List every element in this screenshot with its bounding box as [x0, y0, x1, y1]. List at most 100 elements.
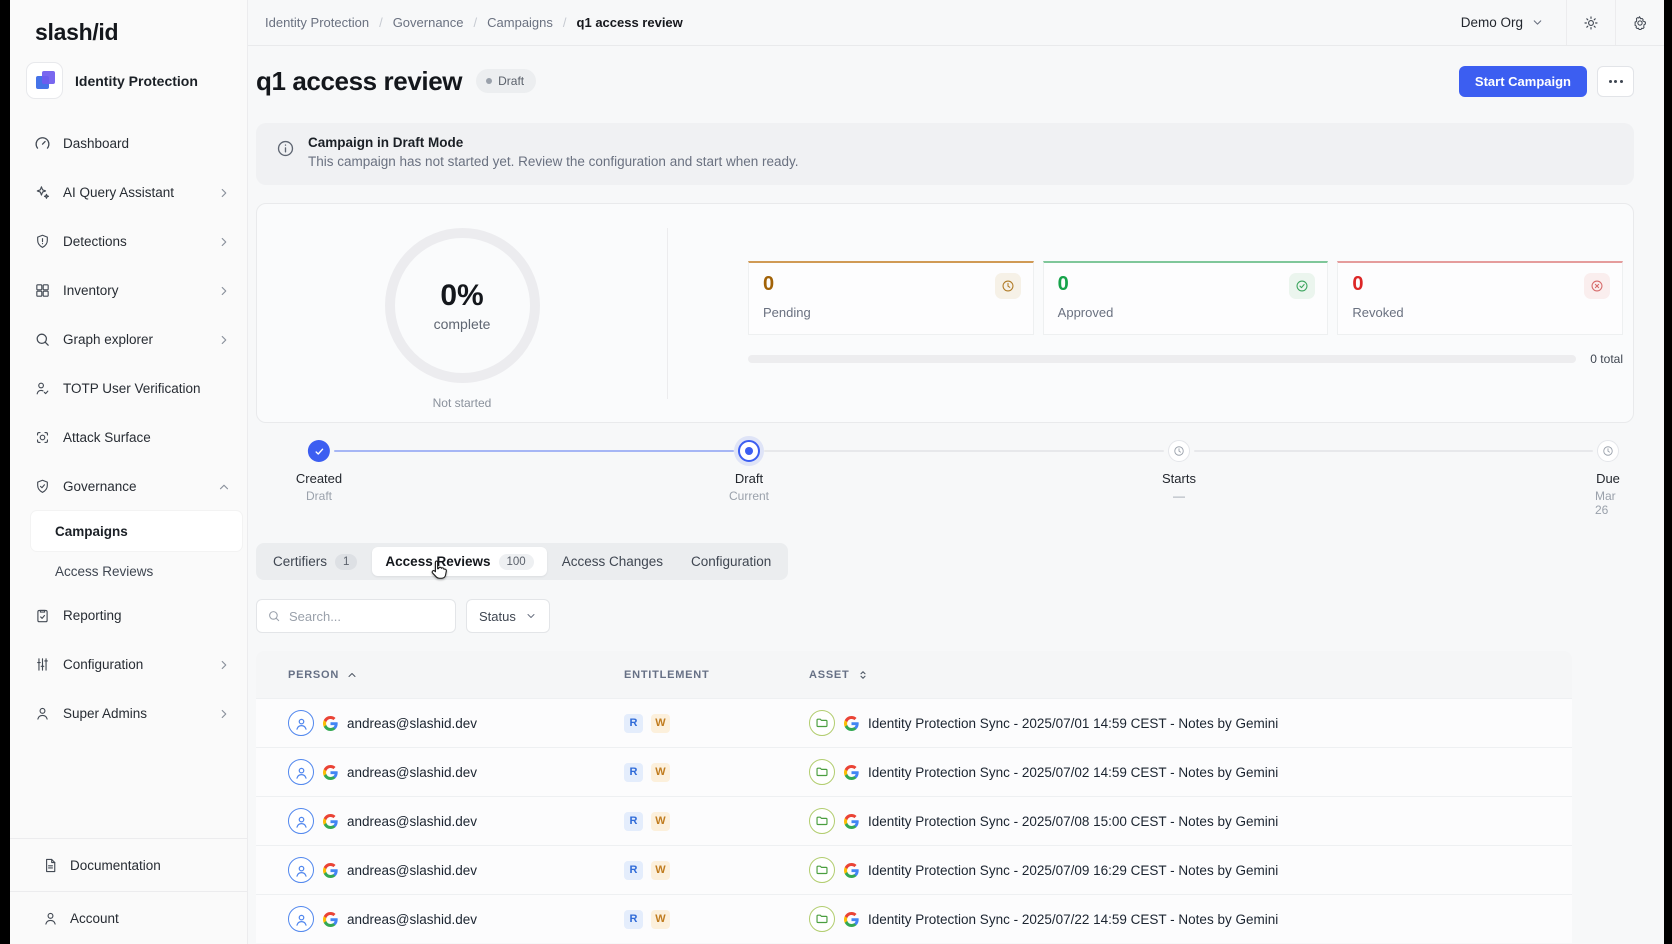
table-header: Person Entitlement Asset [256, 651, 1572, 698]
gear-icon [1632, 15, 1648, 31]
sidebar-item-detections[interactable]: Detections [10, 217, 247, 266]
page-header: q1 access review Draft Start Campaign [256, 60, 1634, 102]
table-row[interactable]: andreas@slashid.dev R W Identity Protect… [256, 747, 1572, 796]
start-campaign-button[interactable]: Start Campaign [1459, 66, 1587, 97]
status-filter-label: Status [479, 609, 516, 624]
person-email: andreas@slashid.dev [347, 863, 477, 878]
tab-access-changes[interactable]: Access Changes [549, 547, 676, 576]
product-header[interactable]: Identity Protection [26, 62, 231, 99]
status-filter-dropdown[interactable]: Status [466, 599, 550, 633]
user-avatar-icon [288, 710, 314, 736]
revoked-label: Revoked [1352, 305, 1608, 320]
tab-label: Access Changes [562, 554, 663, 569]
timeline-step-due: Due Mar 26 [1595, 440, 1621, 517]
sidebar-subitem-label: Campaigns [55, 524, 128, 539]
timeline-step-sub: — [1173, 489, 1185, 503]
google-icon [323, 716, 338, 731]
read-entitlement-badge: R [624, 910, 643, 929]
sliders-icon [34, 656, 51, 673]
total-progress-row: 0 total [748, 352, 1623, 366]
completion-donut-section: 0% complete Not started [257, 204, 667, 422]
clock-icon [1168, 440, 1190, 462]
sidebar-item-label: Dashboard [63, 136, 129, 151]
sidebar-item-ai-query-assistant[interactable]: AI Query Assistant [10, 168, 247, 217]
folder-icon [809, 808, 835, 834]
person-email: andreas@slashid.dev [347, 814, 477, 829]
stat-card-revoked: 0 Revoked [1337, 261, 1623, 335]
person-cell: andreas@slashid.dev [256, 857, 624, 883]
entitlement-cell: R W [624, 763, 809, 782]
total-count: 0 total [1590, 352, 1623, 366]
google-icon [844, 716, 859, 731]
sidebar-item-label: Reporting [63, 608, 122, 623]
org-switcher[interactable]: Demo Org [1439, 0, 1566, 45]
person-cell: andreas@slashid.dev [256, 710, 624, 736]
column-header-person[interactable]: Person [256, 669, 624, 681]
settings-button[interactable] [1616, 0, 1664, 45]
grid-icon [34, 282, 51, 299]
table-row[interactable]: andreas@slashid.dev R W Identity Protect… [256, 894, 1572, 943]
sidebar-item-super-admins[interactable]: Super Admins [10, 689, 247, 738]
sidebar-item-dashboard[interactable]: Dashboard [10, 119, 247, 168]
user-avatar-icon [288, 808, 314, 834]
sidebar-item-attack-surface[interactable]: Attack Surface [10, 413, 247, 462]
google-icon [323, 912, 338, 927]
sidebar-item-governance[interactable]: Governance [10, 462, 247, 511]
sidebar-footer-label: Documentation [70, 858, 161, 873]
column-header-entitlement[interactable]: Entitlement [624, 669, 809, 681]
tab-access-reviews[interactable]: Access Reviews 100 [372, 547, 546, 576]
google-icon [844, 765, 859, 780]
table-row[interactable]: andreas@slashid.dev R W Identity Protect… [256, 796, 1572, 845]
sidebar-item-label: Attack Surface [63, 430, 151, 445]
sidebar-item-campaigns[interactable]: Campaigns [31, 511, 242, 551]
page-content: q1 access review Draft Start Campaign Ca… [248, 46, 1664, 944]
table-row[interactable]: andreas@slashid.dev R W Identity Protect… [256, 698, 1572, 747]
search-input[interactable] [289, 609, 445, 624]
tab-certifiers[interactable]: Certifiers 1 [260, 547, 370, 576]
breadcrumb-identity-protection[interactable]: Identity Protection [265, 15, 369, 30]
breadcrumb-campaigns[interactable]: Campaigns [464, 15, 553, 30]
identity-protection-icon [26, 62, 63, 99]
chevron-right-icon [217, 235, 231, 249]
pending-label: Pending [763, 305, 1019, 320]
asset-name: Identity Protection Sync - 2025/07/02 14… [868, 765, 1278, 780]
column-header-asset[interactable]: Asset [809, 669, 1572, 681]
table-row[interactable]: andreas@slashid.dev R W Identity Protect… [256, 845, 1572, 894]
sidebar-item-graph-explorer[interactable]: Graph explorer [10, 315, 247, 364]
sidebar-item-account[interactable]: Account [10, 891, 247, 944]
read-entitlement-badge: R [624, 763, 643, 782]
sidebar-item-inventory[interactable]: Inventory [10, 266, 247, 315]
sidebar-item-documentation[interactable]: Documentation [10, 838, 247, 891]
sidebar-item-configuration[interactable]: Configuration [10, 640, 247, 689]
sidebar-item-label: Governance [63, 479, 137, 494]
timeline-step-label: Starts [1162, 471, 1196, 486]
folder-icon [809, 759, 835, 785]
banner-title: Campaign in Draft Mode [308, 135, 799, 150]
write-entitlement-badge: W [651, 812, 670, 831]
google-icon [844, 912, 859, 927]
theme-toggle-button[interactable] [1567, 0, 1615, 45]
sidebar-item-access-reviews[interactable]: Access Reviews [31, 551, 242, 591]
check-circle-icon [308, 440, 330, 462]
breadcrumb-governance[interactable]: Governance [369, 15, 463, 30]
read-entitlement-badge: R [624, 714, 643, 733]
breadcrumb-current: q1 access review [553, 15, 683, 30]
person-email: andreas@slashid.dev [347, 912, 477, 927]
more-actions-button[interactable] [1597, 66, 1634, 97]
sidebar-item-label: Graph explorer [63, 332, 153, 347]
write-entitlement-badge: W [651, 763, 670, 782]
sidebar-item-reporting[interactable]: Reporting [10, 591, 247, 640]
total-progress-bar [748, 355, 1576, 363]
header-actions: Start Campaign [1459, 66, 1634, 97]
tab-configuration[interactable]: Configuration [678, 547, 784, 576]
app-frame: slash/id Identity Protection Dashboard A… [10, 0, 1664, 944]
sidebar-item-label: TOTP User Verification [63, 381, 201, 396]
sidebar-item-totp-user-verification[interactable]: TOTP User Verification [10, 364, 247, 413]
timeline-step-created: Created Draft [296, 440, 342, 503]
target-icon [34, 429, 51, 446]
google-icon [323, 814, 338, 829]
asset-name: Identity Protection Sync - 2025/07/09 16… [868, 863, 1278, 878]
stat-card-pending: 0 Pending [748, 261, 1034, 335]
asset-cell: Identity Protection Sync - 2025/07/09 16… [809, 857, 1572, 883]
chevron-right-icon [217, 707, 231, 721]
